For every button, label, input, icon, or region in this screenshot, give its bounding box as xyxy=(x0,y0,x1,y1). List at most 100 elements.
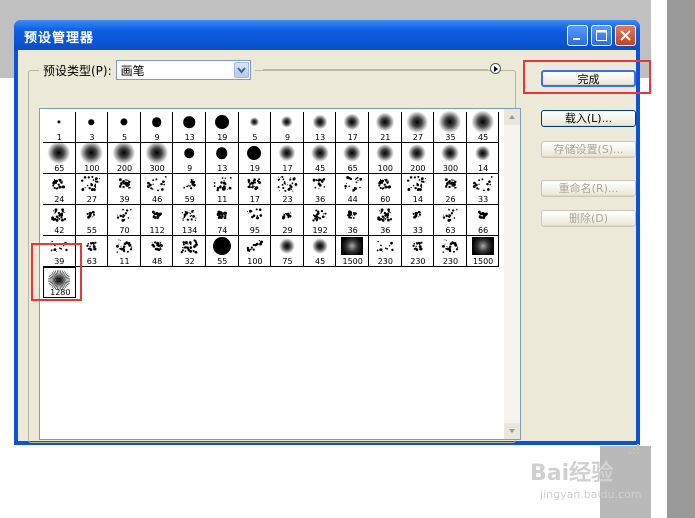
brush-preset-item[interactable]: 32 xyxy=(173,236,206,267)
brush-preset-item[interactable]: 230 xyxy=(434,236,467,267)
dropdown-arrow-icon[interactable] xyxy=(233,62,249,78)
brush-size-label: 230 xyxy=(377,257,393,266)
brush-preset-item[interactable]: 24 xyxy=(43,174,76,205)
brush-size-label: 59 xyxy=(184,195,195,204)
load-button[interactable]: 载入(L)... xyxy=(541,110,636,127)
brush-preset-item[interactable]: 19 xyxy=(238,143,272,174)
delete-button[interactable]: 删除(D) xyxy=(541,210,636,227)
brush-preset-item[interactable]: 36 xyxy=(336,205,369,236)
brush-preset-item[interactable]: 66 xyxy=(466,205,500,236)
brush-preset-item[interactable]: 45 xyxy=(466,110,500,143)
brush-preset-item[interactable]: 200 xyxy=(401,143,435,174)
brush-preset-item[interactable]: 42 xyxy=(43,205,76,236)
brush-preset-item[interactable]: 230 xyxy=(401,236,435,267)
brush-preset-item[interactable]: 65 xyxy=(43,141,76,174)
brush-preset-item[interactable]: 1500 xyxy=(336,236,369,267)
brush-preset-item[interactable]: 59 xyxy=(173,174,206,205)
brush-preset-item[interactable]: 11 xyxy=(206,174,239,205)
brush-preset-item[interactable]: 13 xyxy=(173,112,206,143)
brush-size-label: 230 xyxy=(410,257,426,266)
brush-size-label: 26 xyxy=(445,195,456,204)
brush-preset-item[interactable]: 33 xyxy=(401,205,435,236)
brush-preset-item[interactable]: 17 xyxy=(271,143,304,174)
brush-preset-item[interactable]: 17 xyxy=(336,112,369,143)
brush-preset-item[interactable]: 100 xyxy=(75,141,109,174)
highlight-done xyxy=(523,60,651,94)
brush-preset-item[interactable]: 74 xyxy=(206,205,239,236)
brush-preset-item[interactable]: 26 xyxy=(434,174,467,205)
brush-preset-item[interactable]: 55 xyxy=(206,236,239,267)
brush-preset-list[interactable]: 1 3 5 9 13 19 5 9 13 17 21 27 35 45 65 100 200 300 9 13 19 17… xyxy=(39,108,521,440)
brush-preset-item[interactable]: 29 xyxy=(271,205,304,236)
brush-preset-item[interactable]: 45 xyxy=(303,143,337,174)
brush-preset-item[interactable]: 45 xyxy=(303,236,337,267)
brush-preset-item[interactable]: 27 xyxy=(401,111,435,143)
brush-preset-item[interactable]: 36 xyxy=(369,205,402,236)
maximize-button[interactable] xyxy=(591,25,612,46)
brush-preset-item[interactable]: 27 xyxy=(75,174,109,205)
brush-shape-icon xyxy=(376,240,394,252)
brush-size-label: 65 xyxy=(54,164,65,173)
watermark-logo: Bai经验 xyxy=(530,461,614,486)
brush-size-label: 9 xyxy=(284,133,291,142)
panel-menu-icon[interactable] xyxy=(490,63,501,74)
brush-size-label: 39 xyxy=(119,195,130,204)
brush-preset-item[interactable]: 70 xyxy=(108,205,141,236)
brush-preset-item[interactable]: 100 xyxy=(369,143,402,174)
brush-preset-item[interactable]: 9 xyxy=(271,112,304,143)
brush-shape-icon xyxy=(247,239,264,253)
brush-preset-item[interactable]: 19 xyxy=(206,112,239,143)
brush-preset-item[interactable]: 44 xyxy=(336,174,369,205)
brush-preset-item[interactable]: 192 xyxy=(303,205,337,236)
vertical-scrollbar[interactable] xyxy=(504,109,520,439)
brush-preset-item[interactable]: 300 xyxy=(140,141,174,174)
brush-preset-item[interactable]: 60 xyxy=(369,174,402,205)
brush-preset-item[interactable]: 95 xyxy=(238,205,272,236)
brush-preset-item[interactable]: 112 xyxy=(140,205,174,236)
brush-shape-icon xyxy=(442,239,459,253)
brush-preset-item[interactable]: 23 xyxy=(271,174,304,205)
brush-preset-item[interactable]: 13 xyxy=(206,143,239,174)
save-settings-button[interactable]: 存储设置(S)... xyxy=(541,141,636,158)
brush-preset-item[interactable]: 14 xyxy=(401,174,435,205)
brush-preset-item[interactable]: 230 xyxy=(369,236,402,267)
brush-preset-item[interactable]: 11 xyxy=(108,236,141,267)
brush-preset-item[interactable]: 134 xyxy=(173,205,206,236)
rename-button[interactable]: 重命名(R)... xyxy=(541,180,636,197)
brush-preset-item[interactable]: 9 xyxy=(140,112,174,143)
brush-preset-item[interactable]: 14 xyxy=(466,143,500,174)
brush-preset-item[interactable]: 5 xyxy=(108,112,141,143)
close-button[interactable] xyxy=(615,25,636,46)
brush-preset-item[interactable]: 55 xyxy=(75,205,109,236)
brush-preset-item[interactable]: 200 xyxy=(108,141,141,174)
brush-preset-item[interactable]: 1 xyxy=(43,112,76,143)
brush-preset-item[interactable]: 5 xyxy=(238,112,272,143)
brush-shape-icon xyxy=(151,241,163,252)
title-bar[interactable]: 预设管理器 xyxy=(14,20,640,50)
brush-preset-item[interactable]: 3 xyxy=(75,112,109,143)
brush-shape-icon xyxy=(343,144,362,162)
resize-grip-icon[interactable] xyxy=(625,440,645,460)
brush-preset-item[interactable]: 300 xyxy=(434,143,467,174)
brush-preset-item[interactable]: 63 xyxy=(434,205,467,236)
brush-preset-item[interactable]: 35 xyxy=(434,110,467,143)
brush-preset-item[interactable]: 36 xyxy=(303,174,337,205)
preset-type-row: 预设类型(P): 画笔 xyxy=(39,60,255,80)
brush-preset-item[interactable]: 13 xyxy=(303,112,337,143)
minimize-button[interactable] xyxy=(567,25,588,46)
brush-preset-item[interactable]: 21 xyxy=(369,112,402,143)
brush-preset-item[interactable]: 65 xyxy=(336,143,369,174)
brush-preset-item[interactable]: 48 xyxy=(140,236,174,267)
brush-preset-item[interactable]: 9 xyxy=(173,143,206,174)
brush-preset-item[interactable]: 75 xyxy=(271,236,304,267)
preset-type-select[interactable]: 画笔 xyxy=(115,60,251,80)
brush-preset-item[interactable]: 100 xyxy=(238,236,272,267)
brush-preset-item[interactable]: 46 xyxy=(140,174,174,205)
scroll-up-button[interactable] xyxy=(504,109,520,125)
scroll-down-button[interactable] xyxy=(504,423,520,439)
brush-preset-item[interactable]: 33 xyxy=(466,174,500,205)
brush-preset-item[interactable]: 39 xyxy=(108,174,141,205)
brush-preset-item[interactable]: 17 xyxy=(238,174,272,205)
brush-preset-item[interactable]: 1500 xyxy=(466,236,500,267)
brush-size-label: 9 xyxy=(187,164,193,173)
